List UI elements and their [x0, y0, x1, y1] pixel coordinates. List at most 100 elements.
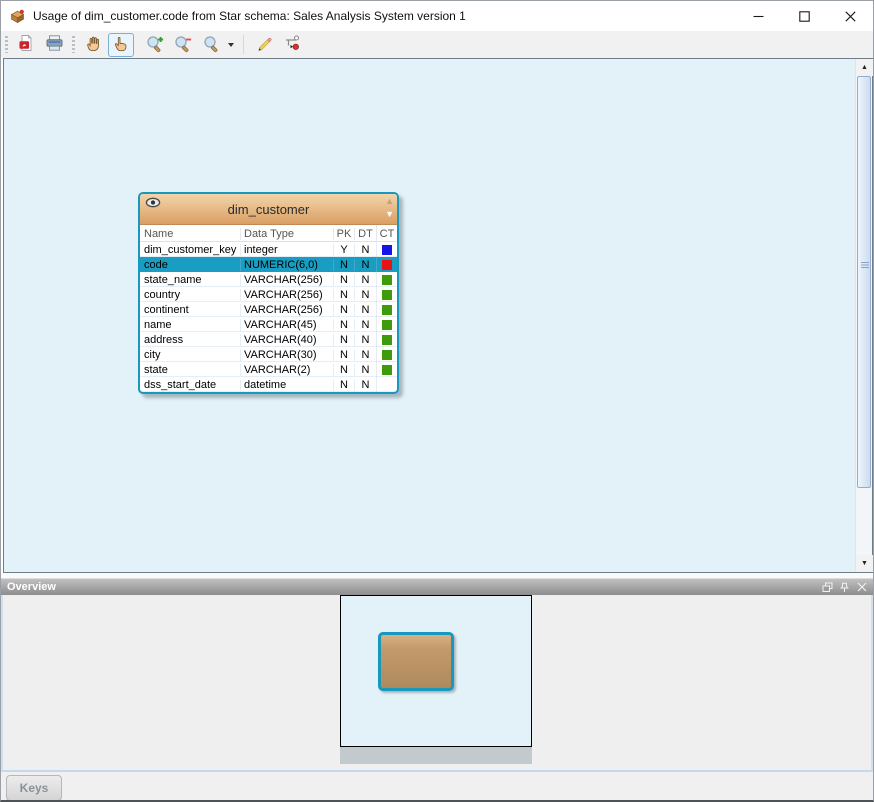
row-name: state — [140, 364, 240, 376]
edit-pencil-button[interactable] — [251, 33, 277, 57]
pan-hand-icon — [84, 34, 103, 56]
window-title: Usage of dim_customer.code from Star sch… — [33, 9, 466, 23]
ct-color-square — [382, 260, 392, 270]
sort-up-icon[interactable]: ▲ — [385, 195, 394, 208]
entity-title: dim_customer — [140, 202, 397, 217]
title-bar: Usage of dim_customer.code from Star sch… — [1, 1, 873, 31]
row-name: continent — [140, 304, 240, 316]
printer-icon — [45, 34, 64, 55]
overview-title: Overview — [7, 581, 56, 593]
app-window: Usage of dim_customer.code from Star sch… — [0, 0, 874, 802]
scroll-down-button[interactable]: ▼ — [856, 555, 873, 572]
entity-row[interactable]: state VARCHAR(2) N N — [140, 362, 397, 377]
entity-row[interactable]: continent VARCHAR(256) N N — [140, 302, 397, 317]
eye-icon[interactable] — [145, 197, 161, 211]
row-dt: N — [354, 349, 376, 361]
row-dt: N — [354, 304, 376, 316]
row-data-type: VARCHAR(2) — [240, 364, 333, 376]
row-dt: N — [354, 334, 376, 346]
row-dt: N — [354, 289, 376, 301]
scroll-up-button[interactable]: ▲ — [856, 59, 873, 76]
window-controls — [735, 1, 873, 31]
zoom-out-button[interactable] — [170, 33, 196, 57]
pencil-icon — [255, 34, 274, 56]
ct-color-square — [382, 275, 392, 285]
zoom-dropdown-button[interactable] — [225, 33, 237, 57]
scrollbar-thumb[interactable] — [857, 76, 871, 488]
row-data-type: integer — [240, 244, 333, 256]
pin-panel-button[interactable] — [838, 581, 851, 594]
ct-color-square — [382, 245, 392, 255]
col-header-dt: DT — [354, 228, 376, 240]
close-button[interactable] — [827, 1, 873, 31]
row-pk: N — [333, 289, 354, 301]
overview-offscreen-area — [340, 747, 532, 764]
entity-header[interactable]: dim_customer ▲ ▼ — [140, 194, 397, 225]
row-name: code — [140, 259, 240, 271]
row-data-type: VARCHAR(256) — [240, 289, 333, 301]
overview-panel-content — [1, 595, 873, 772]
tab-keys[interactable]: Keys — [6, 775, 62, 801]
pan-tool-button[interactable] — [80, 33, 106, 57]
overview-entity-thumbnail[interactable] — [378, 632, 454, 691]
chevron-down-icon — [228, 43, 234, 47]
minimize-button[interactable] — [735, 1, 781, 31]
row-pk: N — [333, 334, 354, 346]
toolbar-grip[interactable] — [72, 36, 75, 53]
row-pk: N — [333, 364, 354, 376]
zoom-in-icon — [145, 34, 165, 56]
zoom-icon — [202, 34, 221, 56]
vertical-scrollbar[interactable]: ▲ ▼ — [855, 59, 872, 572]
row-dt: N — [354, 259, 376, 271]
entity-row[interactable]: dss_start_date datetime N N — [140, 377, 397, 392]
overview-viewport[interactable] — [340, 595, 532, 747]
row-name: city — [140, 349, 240, 361]
entity-row[interactable]: city VARCHAR(30) N N — [140, 347, 397, 362]
row-data-type: datetime — [240, 379, 333, 391]
zoom-tool-button[interactable] — [198, 33, 224, 57]
entity-table-dim-customer[interactable]: dim_customer ▲ ▼ Name Data Type PK DT CT… — [138, 192, 399, 394]
maximize-button[interactable] — [781, 1, 827, 31]
toolbar-grip[interactable] — [5, 36, 8, 53]
foreign-key-tool-button[interactable] — [279, 33, 305, 57]
col-header-name: Name — [140, 228, 240, 240]
zoom-in-button[interactable] — [142, 33, 168, 57]
diagram-canvas[interactable]: dim_customer ▲ ▼ Name Data Type PK DT CT… — [3, 58, 873, 573]
row-data-type: NUMERIC(6,0) — [240, 259, 333, 271]
row-name: dim_customer_key — [140, 244, 240, 256]
entity-sort-controls: ▲ ▼ — [385, 195, 394, 221]
entity-row[interactable]: state_name VARCHAR(256) N N — [140, 272, 397, 287]
entity-row[interactable]: dim_customer_key integer Y N — [140, 242, 397, 257]
row-pk: N — [333, 304, 354, 316]
export-pdf-button[interactable] — [13, 33, 39, 57]
row-pk: N — [333, 379, 354, 391]
entity-row[interactable]: code NUMERIC(6,0) N N — [140, 257, 397, 272]
entity-row[interactable]: country VARCHAR(256) N N — [140, 287, 397, 302]
app-logo-icon — [9, 8, 26, 25]
row-data-type: VARCHAR(45) — [240, 319, 333, 331]
row-ct — [376, 377, 397, 392]
close-panel-button[interactable] — [855, 581, 868, 594]
float-panel-button[interactable] — [821, 581, 834, 594]
row-ct — [376, 242, 397, 257]
sort-down-icon[interactable]: ▼ — [385, 208, 394, 221]
row-pk: N — [333, 319, 354, 331]
zoom-out-icon — [173, 34, 193, 56]
print-button[interactable] — [41, 33, 67, 57]
row-data-type: VARCHAR(30) — [240, 349, 333, 361]
row-pk: N — [333, 274, 354, 286]
pointer-tool-button[interactable] — [108, 33, 134, 57]
ct-color-square — [382, 305, 392, 315]
row-ct — [376, 257, 397, 272]
entity-row[interactable]: name VARCHAR(45) N N — [140, 317, 397, 332]
row-ct — [376, 287, 397, 302]
entity-row[interactable]: address VARCHAR(40) N N — [140, 332, 397, 347]
row-data-type: VARCHAR(256) — [240, 274, 333, 286]
row-data-type: VARCHAR(40) — [240, 334, 333, 346]
ct-color-square — [382, 290, 392, 300]
row-ct — [376, 302, 397, 317]
ct-color-square — [382, 350, 392, 360]
overview-panel-header[interactable]: Overview — [1, 578, 873, 595]
toolbar — [1, 31, 873, 58]
row-dt: N — [354, 364, 376, 376]
